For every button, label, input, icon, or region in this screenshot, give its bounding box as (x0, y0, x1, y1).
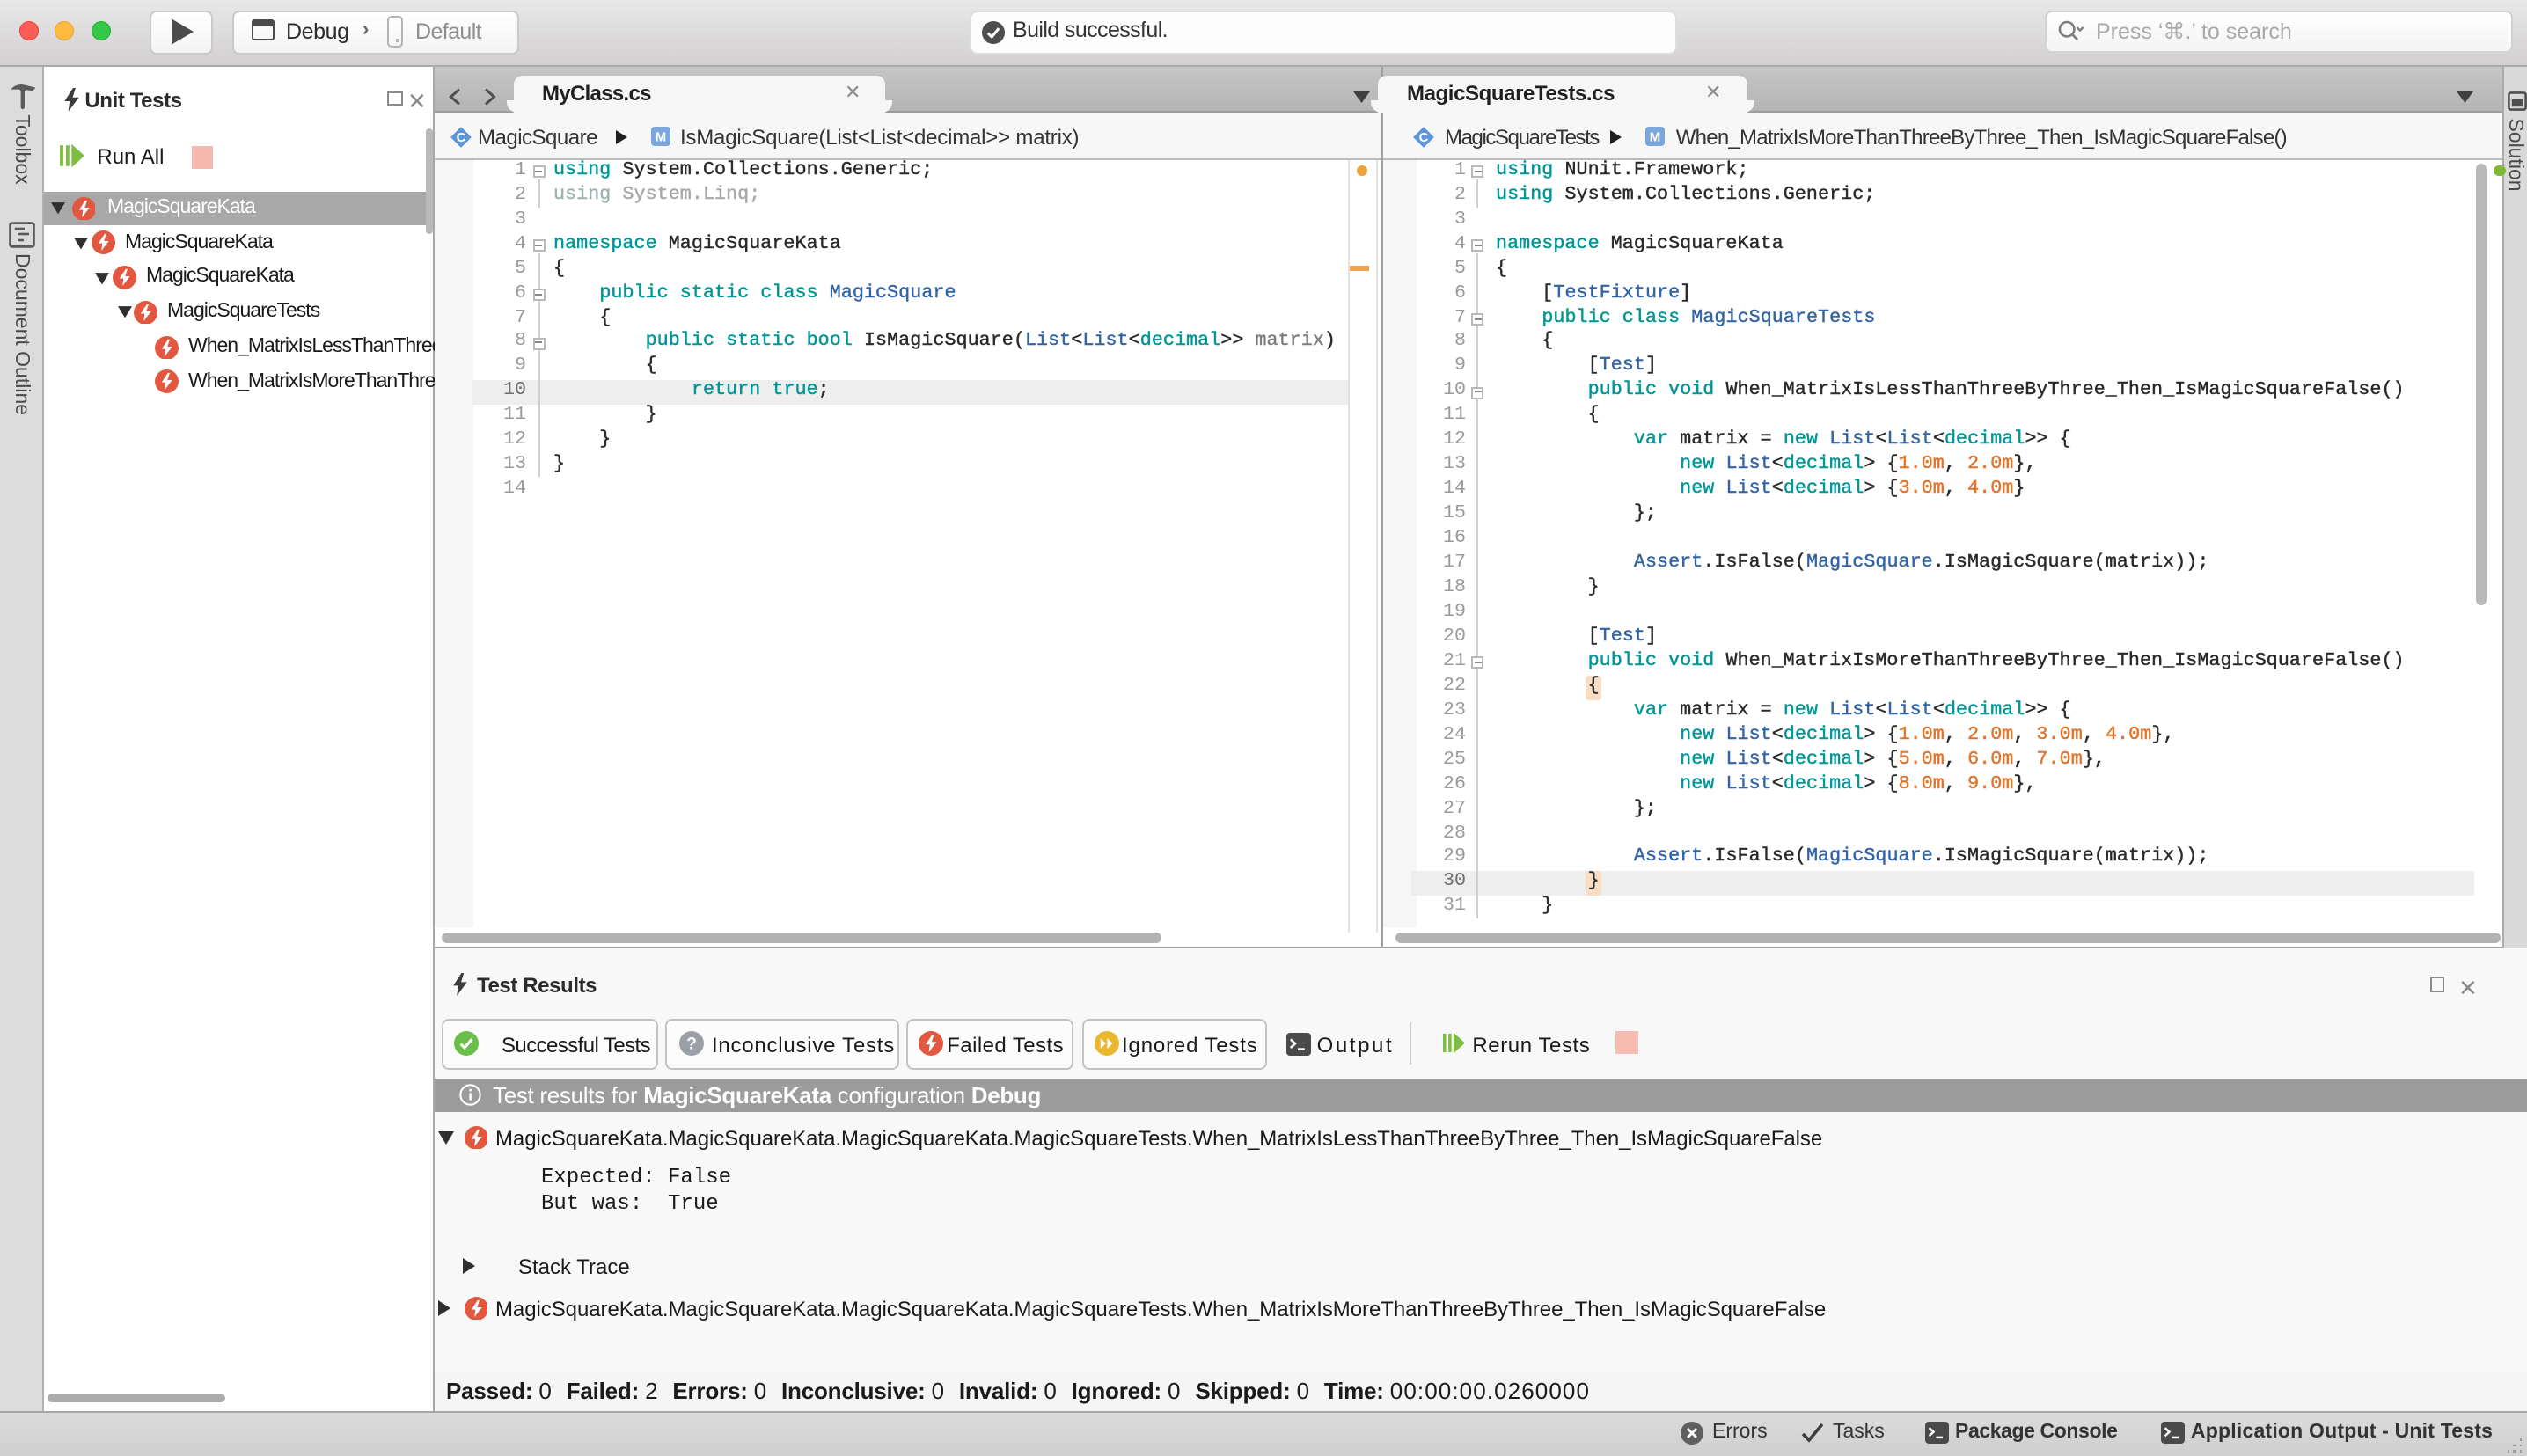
svg-text:?: ? (685, 1035, 696, 1053)
svg-text:C: C (456, 129, 465, 144)
svg-text:M: M (655, 130, 666, 145)
svg-text:C: C (1418, 129, 1428, 144)
svg-text:M: M (1649, 130, 1660, 145)
